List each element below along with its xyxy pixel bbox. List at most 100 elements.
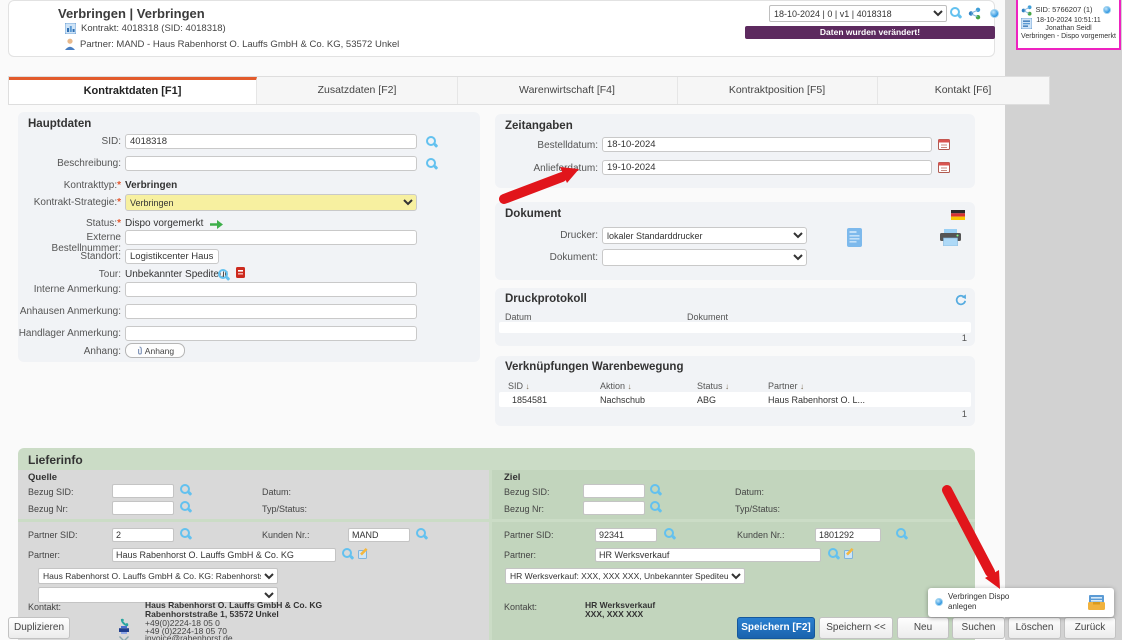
bestelldatum-input[interactable] (602, 137, 932, 152)
sort-down-icon[interactable]: ↓ (800, 382, 804, 391)
tour-label: Tour: (18, 269, 121, 280)
externe-bestellnummer-input[interactable] (125, 230, 417, 245)
search-icon[interactable] (664, 528, 676, 540)
kontrakttyp-label: Kontrakttyp:* (18, 180, 121, 191)
standort-input[interactable] (125, 249, 219, 264)
column-header-aktion[interactable]: Aktion ↓ (600, 381, 632, 391)
column-header-partner[interactable]: Partner ↓ (768, 381, 804, 391)
search-icon[interactable] (218, 269, 230, 281)
session-status: Verbringen - Dispo vorgemerkt (1018, 33, 1119, 40)
quelle-bezug-sid-input[interactable] (112, 484, 174, 498)
dokument-select[interactable] (602, 249, 807, 266)
search-icon[interactable] (650, 501, 662, 513)
dokument-title: Dokument (505, 208, 561, 220)
tab-kontraktdaten[interactable]: Kontraktdaten [F1] (9, 77, 257, 104)
kontakt-email[interactable]: invoice@rabenhorst.de (145, 633, 233, 640)
search-icon[interactable] (896, 528, 908, 540)
search-icon[interactable] (180, 501, 192, 513)
sort-down-icon[interactable]: ↓ (526, 382, 530, 391)
anhang-button[interactable]: Anhang (125, 343, 185, 358)
printer-icon[interactable] (940, 229, 961, 246)
dispo-popup[interactable]: Verbringen Dispo anlegen (928, 588, 1114, 617)
column-header-dokument[interactable]: Dokument (687, 312, 728, 322)
anlieferdatum-label: Anlieferdatum: (495, 163, 598, 174)
header-card: Verbringen | Verbringen Kontrakt: 401831… (8, 0, 995, 57)
calendar-icon[interactable] (938, 138, 950, 150)
zurueck-button[interactable]: Zurück (1064, 617, 1116, 639)
anlieferdatum-input[interactable] (602, 160, 932, 175)
sort-down-icon[interactable]: ↓ (725, 382, 729, 391)
tab-warenwirtschaft[interactable]: Warenwirtschaft [F4] (457, 77, 678, 104)
search-icon[interactable] (828, 548, 840, 560)
partner-line: Partner: MAND - Haus Rabenhorst O. Lauff… (65, 38, 399, 50)
duplizieren-button[interactable]: Duplizieren (8, 617, 70, 639)
interne-anmerkung-input[interactable] (125, 282, 417, 297)
ziel-partner-input[interactable] (595, 548, 821, 562)
table-row[interactable]: 1854581 Nachschub ABG Haus Rabenhorst O.… (499, 392, 971, 407)
datum-label: Datum: (735, 487, 764, 497)
fax-icon (119, 626, 129, 634)
search-icon[interactable] (180, 484, 192, 496)
partner-text: Partner: MAND - Haus Rabenhorst O. Lauff… (80, 39, 399, 50)
anhausen-anmerkung-input[interactable] (125, 304, 417, 319)
empty-table-row (499, 322, 971, 333)
sort-down-icon[interactable]: ↓ (628, 382, 632, 391)
beschreibung-label: Beschreibung: (18, 158, 121, 169)
tab-kontraktposition[interactable]: Kontraktposition [F5] (677, 77, 878, 104)
status-label: Status:* (18, 218, 121, 229)
drucker-select[interactable]: lokaler Standarddrucker (602, 227, 807, 244)
record-indicator-icon[interactable] (1103, 6, 1111, 14)
column-header-sid[interactable]: SID ↓ (508, 381, 530, 391)
calendar-icon[interactable] (938, 161, 950, 173)
quelle-partner-input[interactable] (112, 548, 336, 562)
ziel-address-select[interactable]: HR Werksverkauf: XXX, XXX XXX, Unbekannt… (505, 568, 745, 584)
ziel-partner-sid-input[interactable] (595, 528, 657, 542)
search-icon[interactable] (426, 158, 438, 170)
beschreibung-input[interactable] (125, 156, 417, 171)
ziel-bezug-nr-input[interactable] (583, 501, 645, 515)
version-select[interactable]: 18-10-2024 | 0 | v1 | 4018318 (769, 5, 947, 22)
speichern-f2-button[interactable]: Speichern [F2] (737, 617, 815, 639)
german-flag-icon[interactable] (951, 210, 965, 220)
inbox-icon[interactable] (1088, 595, 1105, 610)
search-icon[interactable] (650, 484, 662, 496)
share-icon[interactable] (968, 7, 981, 20)
quelle-kunden-nr-input[interactable] (348, 528, 410, 542)
column-header-datum[interactable]: Datum (505, 312, 532, 322)
strategie-select[interactable]: Verbringen (125, 194, 417, 211)
refresh-icon[interactable] (955, 294, 967, 306)
speichern-weiter-button[interactable]: Speichern << (819, 617, 893, 639)
search-icon[interactable] (342, 548, 354, 560)
changed-banner: Daten wurden verändert! (745, 26, 995, 39)
record-indicator-icon[interactable] (990, 9, 999, 18)
handlager-anmerkung-input[interactable] (125, 326, 417, 341)
row-count: 1 (962, 333, 967, 344)
ziel-kunden-nr-input[interactable] (815, 528, 881, 542)
anhang-label: Anhang: (18, 346, 121, 357)
suchen-button[interactable]: Suchen (952, 617, 1005, 639)
edit-icon[interactable] (358, 548, 369, 559)
edit-icon[interactable] (844, 548, 855, 559)
quelle-address-select[interactable]: Haus Rabenhorst O. Lauffs GmbH & Co. KG:… (38, 568, 278, 584)
typ-status-label: Typ/Status: (262, 504, 307, 514)
column-header-status[interactable]: Status ↓ (697, 381, 729, 391)
search-icon[interactable] (416, 528, 428, 540)
sid-input[interactable] (125, 134, 417, 149)
paperclip-icon (136, 346, 143, 355)
loeschen-button[interactable]: Löschen (1008, 617, 1061, 639)
tab-zusatzdaten[interactable]: Zusatzdaten [F2] (257, 77, 458, 104)
cell-status: ABG (697, 395, 716, 405)
quelle-partner-sid-input[interactable] (112, 528, 174, 542)
document-preview-icon[interactable] (847, 228, 862, 247)
delete-icon[interactable] (236, 267, 245, 278)
ziel-bezug-sid-input[interactable] (583, 484, 645, 498)
tab-kontakt[interactable]: Kontakt [F6] (877, 77, 1049, 104)
bezug-sid-label: Bezug SID: (504, 487, 550, 497)
neu-button[interactable]: Neu (897, 617, 949, 639)
quelle-bezug-nr-input[interactable] (112, 501, 174, 515)
quelle-title: Quelle (28, 472, 57, 483)
search-icon[interactable] (426, 136, 438, 148)
person-icon (65, 38, 75, 50)
search-icon[interactable] (180, 528, 192, 540)
search-icon[interactable] (950, 7, 962, 19)
